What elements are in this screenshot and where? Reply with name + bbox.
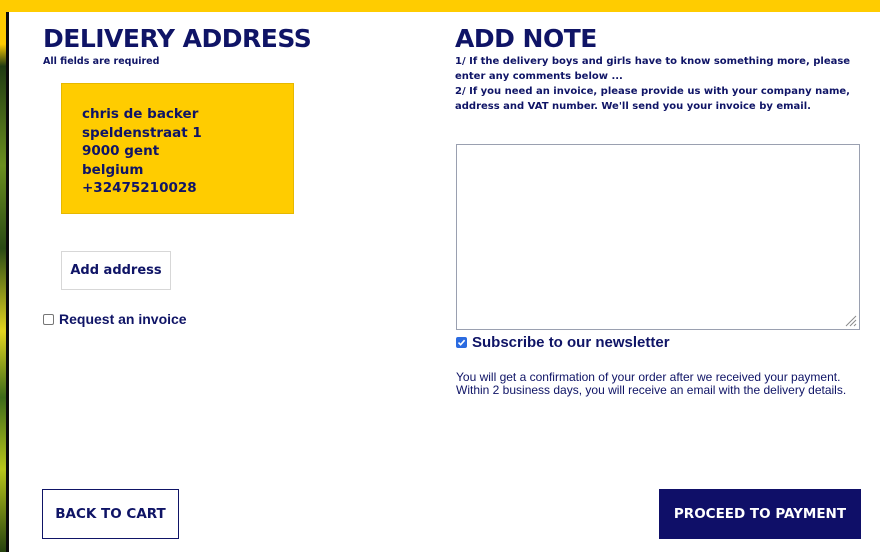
order-confirmation-text: You will get a confirmation of your orde… [456,370,847,397]
request-invoice-checkbox-row[interactable]: Request an invoice [43,311,187,327]
address-name: chris de backer [82,106,199,122]
proceed-to-payment-button[interactable]: PROCEED TO PAYMENT [659,489,861,539]
delivery-address-title: DELIVERY ADDRESS [43,24,312,53]
note-instructions: 1/ If the delivery boys and girls have t… [455,54,855,114]
address-country: belgium [82,161,144,178]
add-address-button[interactable]: Add address [61,251,171,290]
back-to-cart-button[interactable]: BACK TO CART [42,489,179,539]
address-city: 9000 gent [82,143,160,159]
top-brand-bar [0,0,880,12]
address-phone: +32475210028 [82,180,197,196]
note-instruction-line: 1/ If the delivery boys and girls have t… [455,56,851,67]
address-street: speldenstraat 1 [82,124,202,141]
checkmark-icon [457,339,466,346]
request-invoice-checkbox[interactable] [43,313,54,325]
newsletter-checkbox-row[interactable]: Subscribe to our newsletter [456,334,670,351]
request-invoice-label: Request an invoice [59,311,187,327]
newsletter-label: Subscribe to our newsletter [472,334,670,351]
left-decorative-strip [0,0,9,552]
note-instruction-line: enter any comments below ... [455,71,623,82]
note-instruction-line: 2/ If you need an invoice, please provid… [455,86,850,97]
add-note-title: ADD NOTE [455,24,597,53]
required-fields-note: All fields are required [43,56,160,67]
selected-address-card[interactable]: chris de backer speldenstraat 1 9000 gen… [61,83,294,214]
left-strip-edge [6,12,9,552]
note-textarea[interactable] [456,144,860,330]
note-instruction-line: address and VAT number. We'll send you y… [455,101,811,112]
resize-grip-icon[interactable] [843,313,857,327]
newsletter-checkbox[interactable] [456,337,467,348]
